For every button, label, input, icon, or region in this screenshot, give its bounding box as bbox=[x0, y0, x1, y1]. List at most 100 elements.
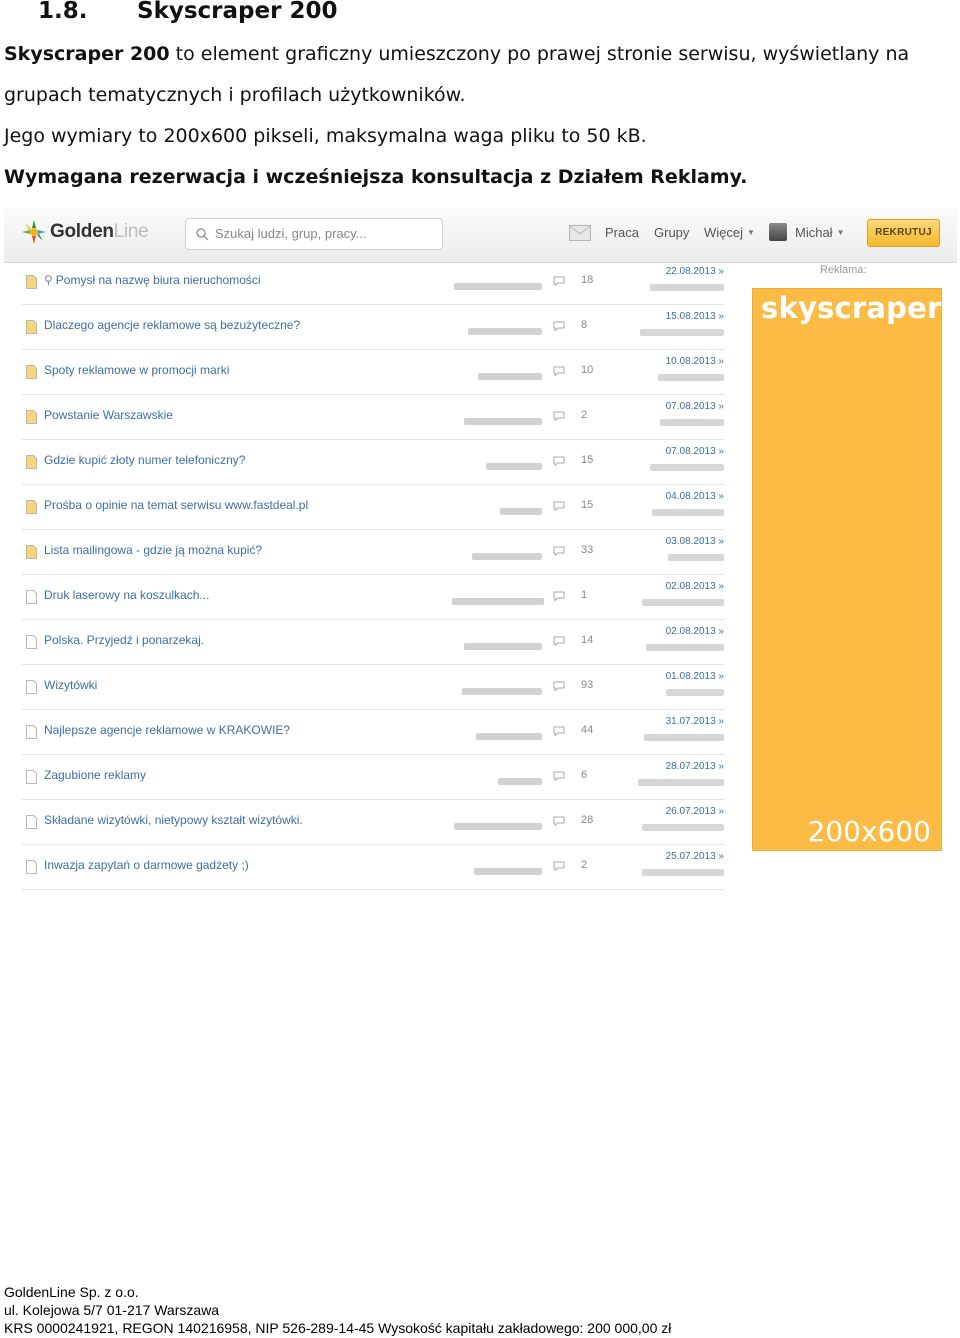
last-post-author bbox=[660, 419, 724, 426]
footer-address: ul. Kolejowa 5/7 01-217 Warszawa bbox=[4, 1302, 220, 1318]
last-post-date[interactable]: 10.08.2013 » bbox=[666, 356, 724, 367]
last-post-date[interactable]: 28.07.2013 » bbox=[666, 761, 724, 772]
footer-registry: KRS 0000241921, REGON 140216958, NIP 526… bbox=[4, 1320, 672, 1336]
last-post-author bbox=[668, 554, 724, 561]
document-icon bbox=[26, 590, 37, 604]
last-post-date[interactable]: 07.08.2013 » bbox=[666, 446, 724, 457]
document-icon bbox=[26, 545, 37, 559]
topic-row[interactable]: ⚲ Pomysł na nazwę biura nieruchomości 18 22… bbox=[22, 260, 724, 305]
topic-title-text: Zagubione reklamy bbox=[44, 768, 147, 782]
last-post-date[interactable]: 31.07.2013 » bbox=[666, 716, 724, 727]
last-post-author bbox=[650, 284, 724, 291]
topic-author bbox=[452, 275, 542, 290]
goldenline-logo[interactable]: GoldenLine bbox=[21, 218, 149, 246]
last-post-date[interactable]: 22.08.2013 » bbox=[666, 266, 724, 277]
topic-title[interactable]: Dlaczego agencje reklamowe są bezużytecz… bbox=[44, 318, 300, 332]
topic-title[interactable]: Najlepsze agencje reklamowe w KRAKOWIE? bbox=[44, 723, 290, 737]
reply-count: 6 bbox=[581, 769, 588, 781]
comment-icon bbox=[553, 771, 565, 781]
product-name: Skyscraper 200 bbox=[4, 43, 170, 65]
comment-icon bbox=[553, 366, 565, 376]
topic-row[interactable]: Składane wizytówki, nietypowy kształt wi… bbox=[22, 800, 724, 845]
skyscraper-ad[interactable]: skyscraper 200x600 bbox=[752, 288, 942, 851]
section-title: Skyscraper 200 bbox=[137, 0, 338, 24]
topic-title[interactable]: Lista mailingowa - gdzie ją można kupić? bbox=[44, 543, 262, 557]
reservation-paragraph: Wymagana rezerwacja i wcześniejsza konsu… bbox=[4, 166, 748, 188]
description-paragraph: Skyscraper 200 to element graficzny umie… bbox=[4, 34, 954, 116]
topic-row[interactable]: Zagubione reklamy 6 28.07.2013 » bbox=[22, 755, 724, 800]
topic-title[interactable]: Wizytówki bbox=[44, 678, 97, 692]
logo-text-line: Line bbox=[113, 221, 149, 242]
topic-row[interactable]: Dlaczego agencje reklamowe są bezużytecz… bbox=[22, 305, 724, 350]
topic-author bbox=[452, 815, 542, 830]
comment-icon bbox=[553, 816, 565, 826]
comment-icon bbox=[553, 726, 565, 736]
topic-title-text: Lista mailingowa - gdzie ją można kupić? bbox=[44, 543, 263, 557]
topic-title[interactable]: Druk laserowy na koszulkach... bbox=[44, 588, 209, 602]
topic-row[interactable]: Inwazja zapytań o darmowe gadżety ;) 2 25.… bbox=[22, 845, 724, 890]
envelope-icon[interactable] bbox=[569, 225, 591, 241]
topic-row[interactable]: Powstanie Warszawskie 2 07.08.2013 » bbox=[22, 395, 724, 440]
avatar[interactable] bbox=[769, 223, 787, 241]
topic-row[interactable]: Najlepsze agencje reklamowe w KRAKOWIE? 4… bbox=[22, 710, 724, 755]
topic-author bbox=[452, 770, 542, 785]
topic-title[interactable]: Polska. Przyjedź i ponarzekaj. bbox=[44, 633, 204, 647]
topic-title-text: Druk laserowy na koszulkach... bbox=[44, 588, 210, 602]
topic-title[interactable]: Inwazja zapytań o darmowe gadżety ;) bbox=[44, 858, 249, 872]
topic-row[interactable]: Wizytówki 93 01.08.2013 » bbox=[22, 665, 724, 710]
topic-title[interactable]: Składane wizytówki, nietypowy kształt wi… bbox=[44, 813, 303, 827]
topic-title-text: Gdzie kupić złoty numer telefoniczny? bbox=[44, 453, 246, 467]
reply-count: 15 bbox=[581, 499, 594, 511]
nav-praca[interactable]: Praca bbox=[605, 225, 639, 240]
topic-row[interactable]: Polska. Przyjedź i ponarzekaj. 14 02.08.20… bbox=[22, 620, 724, 665]
last-post-date[interactable]: 07.08.2013 » bbox=[666, 401, 724, 412]
reply-count: 15 bbox=[581, 454, 594, 466]
document-icon bbox=[26, 455, 37, 469]
nav-wiecej[interactable]: Więcej ▼ bbox=[704, 225, 755, 240]
nav-user-menu[interactable]: Michał ▼ bbox=[795, 225, 845, 240]
document-icon bbox=[26, 815, 37, 829]
recruit-button[interactable]: REKRUTUJ bbox=[867, 219, 940, 247]
topic-title[interactable]: Zagubione reklamy bbox=[44, 768, 146, 782]
dimensions-paragraph: Jego wymiary to 200x600 pikseli, maksyma… bbox=[4, 125, 647, 147]
topic-title-text: Inwazja zapytań o darmowe gadżety ;) bbox=[44, 858, 249, 872]
nav-grupy[interactable]: Grupy bbox=[654, 225, 689, 240]
topic-title-text: Pomysł na nazwę biura nieruchomości bbox=[55, 273, 261, 287]
topic-row[interactable]: Spoty reklamowe w promocji marki 10 10.08.… bbox=[22, 350, 724, 395]
reply-count: 33 bbox=[581, 544, 594, 556]
last-post-date[interactable]: 15.08.2013 » bbox=[666, 311, 724, 322]
topic-row[interactable]: Lista mailingowa - gdzie ją można kupić?… bbox=[22, 530, 724, 575]
topic-row[interactable]: Gdzie kupić złoty numer telefoniczny? 15 0… bbox=[22, 440, 724, 485]
topic-author bbox=[452, 590, 544, 605]
last-post-date[interactable]: 25.07.2013 » bbox=[666, 851, 724, 862]
topic-author bbox=[452, 545, 542, 560]
chevron-down-icon: ▼ bbox=[836, 228, 845, 237]
search-placeholder: Szukaj ludzi, grup, pracy... bbox=[215, 226, 367, 241]
last-post-date[interactable]: 03.08.2013 » bbox=[666, 536, 724, 547]
last-post-date[interactable]: 02.08.2013 » bbox=[666, 581, 724, 592]
search-icon bbox=[196, 228, 209, 241]
last-post-date[interactable]: 01.08.2013 » bbox=[666, 671, 724, 682]
reply-count: 2 bbox=[581, 859, 588, 871]
topic-title[interactable]: Powstanie Warszawskie bbox=[44, 408, 173, 422]
topic-row[interactable]: Prośba o opinie na temat serwisu www.fas… bbox=[22, 485, 724, 530]
last-post-date[interactable]: 02.08.2013 » bbox=[666, 626, 724, 637]
ad-label: Reklama: bbox=[820, 264, 867, 276]
topic-title[interactable]: Spoty reklamowe w promocji marki bbox=[44, 363, 229, 377]
document-icon bbox=[26, 320, 37, 334]
last-post-author bbox=[650, 464, 724, 471]
last-post-author bbox=[642, 599, 724, 606]
topic-author bbox=[452, 860, 542, 875]
user-name: Michał bbox=[795, 225, 833, 240]
topic-title[interactable]: Gdzie kupić złoty numer telefoniczny? bbox=[44, 453, 245, 467]
comment-icon bbox=[553, 636, 565, 646]
document-icon bbox=[26, 725, 37, 739]
logo-text: GoldenLine bbox=[50, 221, 149, 243]
topic-title[interactable]: Prośba o opinie na temat serwisu www.fas… bbox=[44, 498, 308, 512]
comment-icon bbox=[553, 546, 565, 556]
last-post-date[interactable]: 26.07.2013 » bbox=[666, 806, 724, 817]
last-post-date[interactable]: 04.08.2013 » bbox=[666, 491, 724, 502]
search-input[interactable]: Szukaj ludzi, grup, pracy... bbox=[185, 218, 443, 250]
topic-title[interactable]: ⚲ Pomysł na nazwę biura nieruchomości bbox=[44, 273, 261, 287]
topic-row[interactable]: Druk laserowy na koszulkach... 1 02.08.201… bbox=[22, 575, 724, 620]
